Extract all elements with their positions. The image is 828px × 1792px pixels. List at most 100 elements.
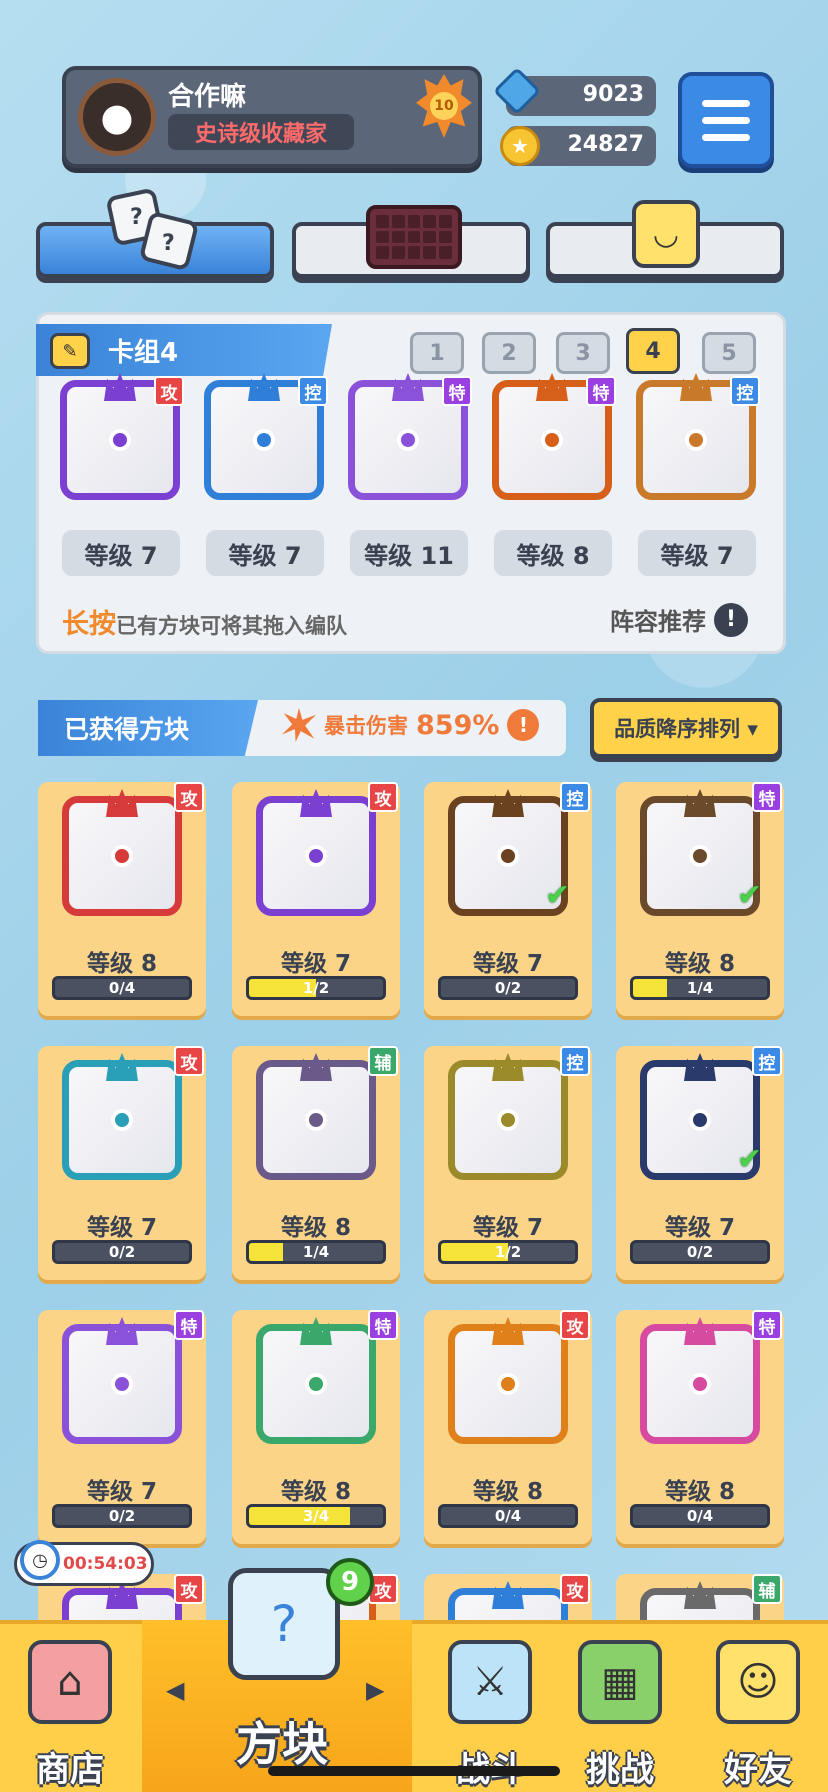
dragon-crown-icon (300, 1317, 332, 1345)
rank-number: 10 (430, 92, 458, 120)
block-type-tag: 控 (298, 376, 328, 406)
svg-text:?: ? (130, 205, 143, 230)
upgrade-progress-bar: 0/2 (438, 976, 578, 1000)
block-card[interactable]: 攻等级 7 1/2 (232, 782, 400, 1016)
progress-text: 3/4 (302, 1507, 330, 1525)
home-indicator[interactable] (268, 1766, 560, 1776)
owned-tab[interactable]: 已获得方块 (38, 700, 258, 756)
block-card[interactable]: 特等级 7 0/2 (38, 1310, 206, 1544)
svg-text:?: ? (162, 231, 175, 256)
exclamation-icon: ! (714, 602, 748, 637)
block-core-dot (305, 1109, 327, 1131)
block-card[interactable]: 特等级 8 3/4 (232, 1310, 400, 1544)
nav-blocks-label[interactable]: 方块 (236, 1708, 328, 1774)
board-grid-icon (366, 205, 462, 269)
upgrade-progress-bar: 1/4 (630, 976, 770, 1000)
in-deck-check-icon: ✔ (736, 1142, 762, 1177)
castle-gate-icon: ▦ (578, 1640, 662, 1724)
progress-text: 0/4 (108, 979, 136, 997)
nav-friends[interactable]: ☺ 好友 (688, 1640, 828, 1790)
block-level: 等级 8 (86, 951, 157, 977)
dragon-crown-icon (300, 789, 332, 817)
deck-card-level: 等级 7 (62, 530, 180, 576)
deck-card-level: 等级 11 (350, 530, 468, 576)
block-type-tag: 辅 (752, 1574, 782, 1604)
block-core-dot (689, 845, 711, 867)
upgrade-progress-bar: 0/4 (630, 1504, 770, 1528)
block-type-tag: 攻 (560, 1574, 590, 1604)
upgrade-progress-bar: 1/4 (246, 1240, 386, 1264)
dragon-crown-icon (106, 789, 138, 817)
deck-card[interactable]: 控 (632, 373, 762, 506)
block-card[interactable]: 辅等级 8 1/4 (232, 1046, 400, 1280)
block-card[interactable]: 攻等级 8 0/4 (424, 1310, 592, 1544)
owned-block-icon (256, 789, 376, 916)
deck-card[interactable]: 特 (344, 373, 474, 506)
block-core-dot (253, 429, 275, 451)
block-core-dot (111, 1373, 133, 1395)
block-type-tag: 控 (560, 782, 590, 812)
block-core-dot (689, 1373, 711, 1395)
dragon-crown-icon (536, 373, 568, 401)
deck-card[interactable]: 攻 (56, 373, 186, 506)
block-card[interactable]: 攻等级 7 0/2 (38, 1046, 206, 1280)
player-profile-panel[interactable]: ● 合作嘛 史诗级收藏家 10 (62, 66, 482, 168)
upgrade-progress-bar: 0/4 (52, 976, 192, 1000)
block-core-dot (305, 845, 327, 867)
block-card[interactable]: 攻等级 8 0/4 (38, 782, 206, 1016)
deck-slot-4[interactable]: 4 (626, 328, 680, 374)
block-core-dot (397, 429, 419, 451)
block-card[interactable]: 特 ✔ 等级 8 1/4 (616, 782, 784, 1016)
lineup-recommend-button[interactable]: 阵容推荐! (610, 602, 748, 637)
dragon-crown-icon (492, 789, 524, 817)
crit-label: 暴击伤害 (324, 714, 408, 738)
block-core-dot (305, 1373, 327, 1395)
shop-icon: ⌂ (28, 1640, 112, 1724)
block-type-tag: 攻 (174, 1574, 204, 1604)
block-card[interactable]: 控等级 7 1/2 (424, 1046, 592, 1280)
blocks-cube-icon[interactable]: ? (228, 1568, 340, 1680)
block-type-tag: 攻 (560, 1310, 590, 1340)
dragon-crown-icon (492, 1317, 524, 1345)
block-core-dot (111, 845, 133, 867)
block-level: 等级 7 (86, 1215, 157, 1241)
progress-text: 0/2 (686, 1243, 714, 1261)
deck-card[interactable]: 控 (200, 373, 330, 506)
sort-dropdown[interactable]: 品质降序排列 ▾ (590, 698, 782, 758)
player-name: 合作嘛 (168, 82, 247, 112)
edit-pencil-icon[interactable]: ✎ (50, 333, 90, 369)
deck-slot-5[interactable]: 5 (702, 332, 756, 374)
dragon-crown-icon (684, 1581, 716, 1609)
crit-damage-info[interactable]: 暴击伤害 859% ! (282, 708, 540, 742)
block-core-dot (109, 429, 131, 451)
block-type-tag: 特 (174, 1310, 204, 1340)
clock-icon: ◷ (20, 1540, 60, 1580)
block-card[interactable]: 控 ✔ 等级 7 0/2 (616, 1046, 784, 1280)
dragon-crown-icon (300, 1053, 332, 1081)
upgrade-progress-bar: 0/2 (52, 1240, 192, 1264)
deck-slot-3[interactable]: 3 (556, 332, 610, 374)
progress-text: 0/2 (108, 1243, 136, 1261)
arrow-left-icon[interactable]: ◀ (166, 1676, 184, 1704)
player-title-badge: 史诗级收藏家 (168, 114, 354, 150)
nav-shop-label: 商店 (36, 1750, 104, 1790)
dragon-crown-icon (392, 373, 424, 401)
deck-slot-1[interactable]: 1 (410, 332, 464, 374)
block-card[interactable]: 特等级 8 0/4 (616, 1310, 784, 1544)
arrow-right-icon[interactable]: ▶ (366, 1676, 384, 1704)
info-exclamation-icon: ! (507, 709, 540, 741)
nav-shop[interactable]: ⌂ 商店 (0, 1640, 140, 1790)
dragon-crown-icon (680, 373, 712, 401)
menu-button[interactable] (678, 72, 774, 168)
progress-text: 0/2 (108, 1507, 136, 1525)
upgrade-progress-bar: 0/4 (438, 1504, 578, 1528)
deck-card[interactable]: 特 (488, 373, 618, 506)
nav-challenge[interactable]: ▦ 挑战 (550, 1640, 690, 1790)
block-card[interactable]: 控 ✔ 等级 7 0/2 (424, 782, 592, 1016)
progress-text: 0/2 (494, 979, 522, 997)
deck-slot-2[interactable]: 2 (482, 332, 536, 374)
dragon-crown-icon (106, 1317, 138, 1345)
dragon-crown-icon (104, 373, 136, 401)
avatar[interactable]: ● (78, 78, 156, 156)
friend-character-icon: ☺ (716, 1640, 800, 1724)
